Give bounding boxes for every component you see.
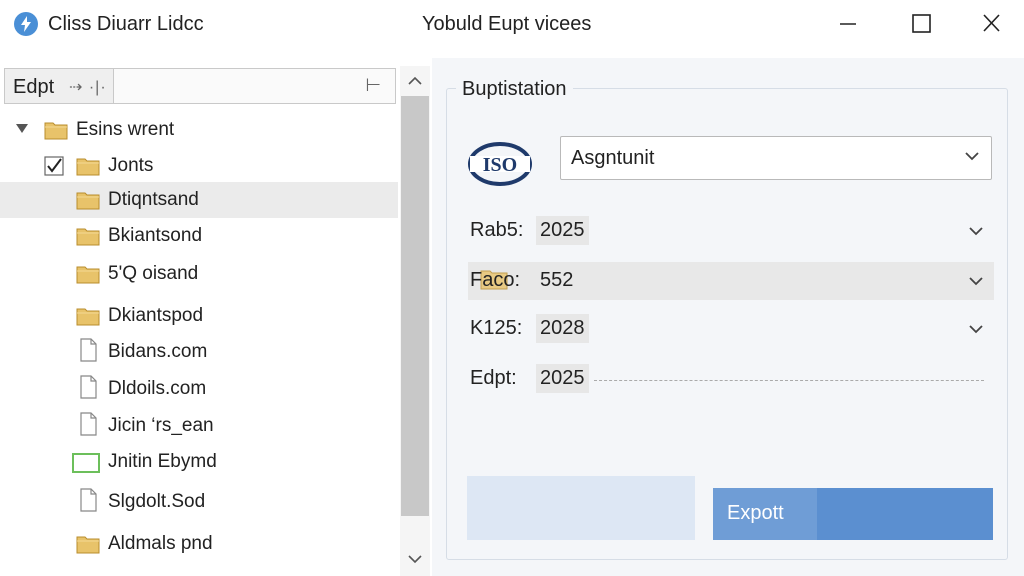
export-button[interactable]: Expott xyxy=(713,488,993,540)
tree-item[interactable]: Esins wrent xyxy=(0,112,398,148)
tree-scrollbar[interactable] xyxy=(400,66,430,576)
iso-logo-text: ISO xyxy=(483,154,517,176)
folder-icon xyxy=(76,306,100,326)
scrollbar-thumb[interactable] xyxy=(401,96,429,516)
tree-item[interactable]: Dtiqntsand xyxy=(0,182,398,218)
tree-item-label: Dtiqntsand xyxy=(108,189,199,210)
field-row[interactable]: Rab5: 2025 xyxy=(468,212,994,250)
toolbar-split-icon[interactable]: ⊢ xyxy=(365,75,381,96)
tree-item[interactable]: Slgdolt.Sod xyxy=(0,484,398,520)
tree-item[interactable]: Jonts xyxy=(0,148,398,184)
tree-item[interactable]: Jicin ‘rs_ean xyxy=(0,408,398,444)
folder-icon xyxy=(44,120,68,140)
folder-icon xyxy=(76,264,100,284)
field-key: Faco: xyxy=(470,269,521,291)
tree-item-label: Jicin ‘rs_ean xyxy=(108,415,214,436)
folder-icon xyxy=(76,534,100,554)
checkbox-checked[interactable] xyxy=(44,156,64,176)
field-row[interactable]: Edpt: 2025 xyxy=(468,360,994,398)
chevron-down-icon[interactable] xyxy=(968,274,984,286)
field-value[interactable]: 2025 xyxy=(536,364,589,393)
tree-item-label: Dldoils.com xyxy=(108,378,207,399)
expand-arrow-icon[interactable] xyxy=(16,124,28,133)
green-file-icon xyxy=(72,452,100,473)
tree-toolbar: Edpt ⇢ ·|· ⊢ xyxy=(4,68,396,104)
tree-item[interactable]: Dldoils.com xyxy=(0,371,398,407)
close-button[interactable] xyxy=(968,8,1014,40)
tree-item[interactable]: Jnitin Ebymd xyxy=(0,444,398,480)
chevron-down-icon xyxy=(965,152,979,161)
file-icon xyxy=(76,338,100,362)
file-tree-panel: Edpt ⇢ ·|· ⊢ Esins wrent Jonts Dtiqntsand B… xyxy=(0,66,401,576)
field-row[interactable]: Faco: 552 xyxy=(468,262,994,300)
window-title: Yobuld Eupt vicees xyxy=(422,13,592,35)
tree-item-label: Dkiantspod xyxy=(108,305,204,326)
field-row[interactable]: K125: 2028 xyxy=(468,310,994,348)
tree-item[interactable]: Bkiantsond xyxy=(0,218,398,254)
field-value[interactable]: 2028 xyxy=(536,314,589,343)
dotted-leader xyxy=(594,380,984,381)
tree-item-label: Bkiantsond xyxy=(108,225,203,246)
unit-select-value: Asgntunit xyxy=(571,147,655,169)
tree-item[interactable]: 5'Q oisand xyxy=(0,256,398,292)
chevron-down-icon[interactable] xyxy=(968,322,984,334)
export-button-label: Expott xyxy=(727,502,784,524)
field-key: Edpt: xyxy=(470,367,517,389)
chevron-down-icon[interactable] xyxy=(968,224,984,236)
edit-button[interactable]: Edpt ⇢ ·|· xyxy=(5,69,114,103)
maximize-button[interactable] xyxy=(898,8,944,40)
field-key: Rab5: xyxy=(470,219,524,241)
folder-icon xyxy=(76,226,100,246)
iso-logo: ISO xyxy=(468,142,532,186)
tree-item[interactable]: Bidans.com xyxy=(0,334,398,370)
tree-item[interactable]: Aldmals pnd xyxy=(0,526,398,562)
tree-item-label: Jnitin Ebymd xyxy=(108,451,217,472)
scroll-up-icon[interactable] xyxy=(406,74,424,88)
edit-button-label: Edpt xyxy=(13,76,55,98)
tree-item-label: 5'Q oisand xyxy=(108,263,199,284)
tree-item-label: Slgdolt.Sod xyxy=(108,491,206,512)
toolbar-tools-icon[interactable]: ⇢ ·|· xyxy=(69,77,107,97)
tree-item-label: Jonts xyxy=(108,155,154,176)
tree-item-label: Aldmals pnd xyxy=(108,533,213,554)
app-lightning-icon xyxy=(14,12,38,36)
scroll-down-icon[interactable] xyxy=(406,552,424,566)
file-icon xyxy=(76,375,100,399)
file-icon xyxy=(76,488,100,512)
tree-item-label: Bidans.com xyxy=(108,341,208,362)
details-panel: Buptistation ISO Asgntunit Rab5: 2025 Faco… xyxy=(432,58,1024,576)
app-title: Cliss Diuarr Lidcc xyxy=(48,13,204,35)
title-bar: Cliss Diuarr Lidcc Yobuld Eupt vicees xyxy=(0,0,1024,48)
tree-item[interactable]: Dkiantspod xyxy=(0,298,398,334)
field-value[interactable]: 2025 xyxy=(536,216,589,245)
minimize-button[interactable] xyxy=(826,8,872,40)
group-title: Buptistation xyxy=(456,78,573,101)
folder-icon xyxy=(76,156,100,176)
unit-select[interactable]: Asgntunit xyxy=(560,136,992,180)
file-icon xyxy=(76,412,100,436)
folder-icon xyxy=(76,190,100,210)
preview-area xyxy=(467,476,695,540)
field-value[interactable]: 552 xyxy=(536,266,577,295)
field-key: K125: xyxy=(470,317,523,339)
tree-item-label: Esins wrent xyxy=(76,119,175,140)
